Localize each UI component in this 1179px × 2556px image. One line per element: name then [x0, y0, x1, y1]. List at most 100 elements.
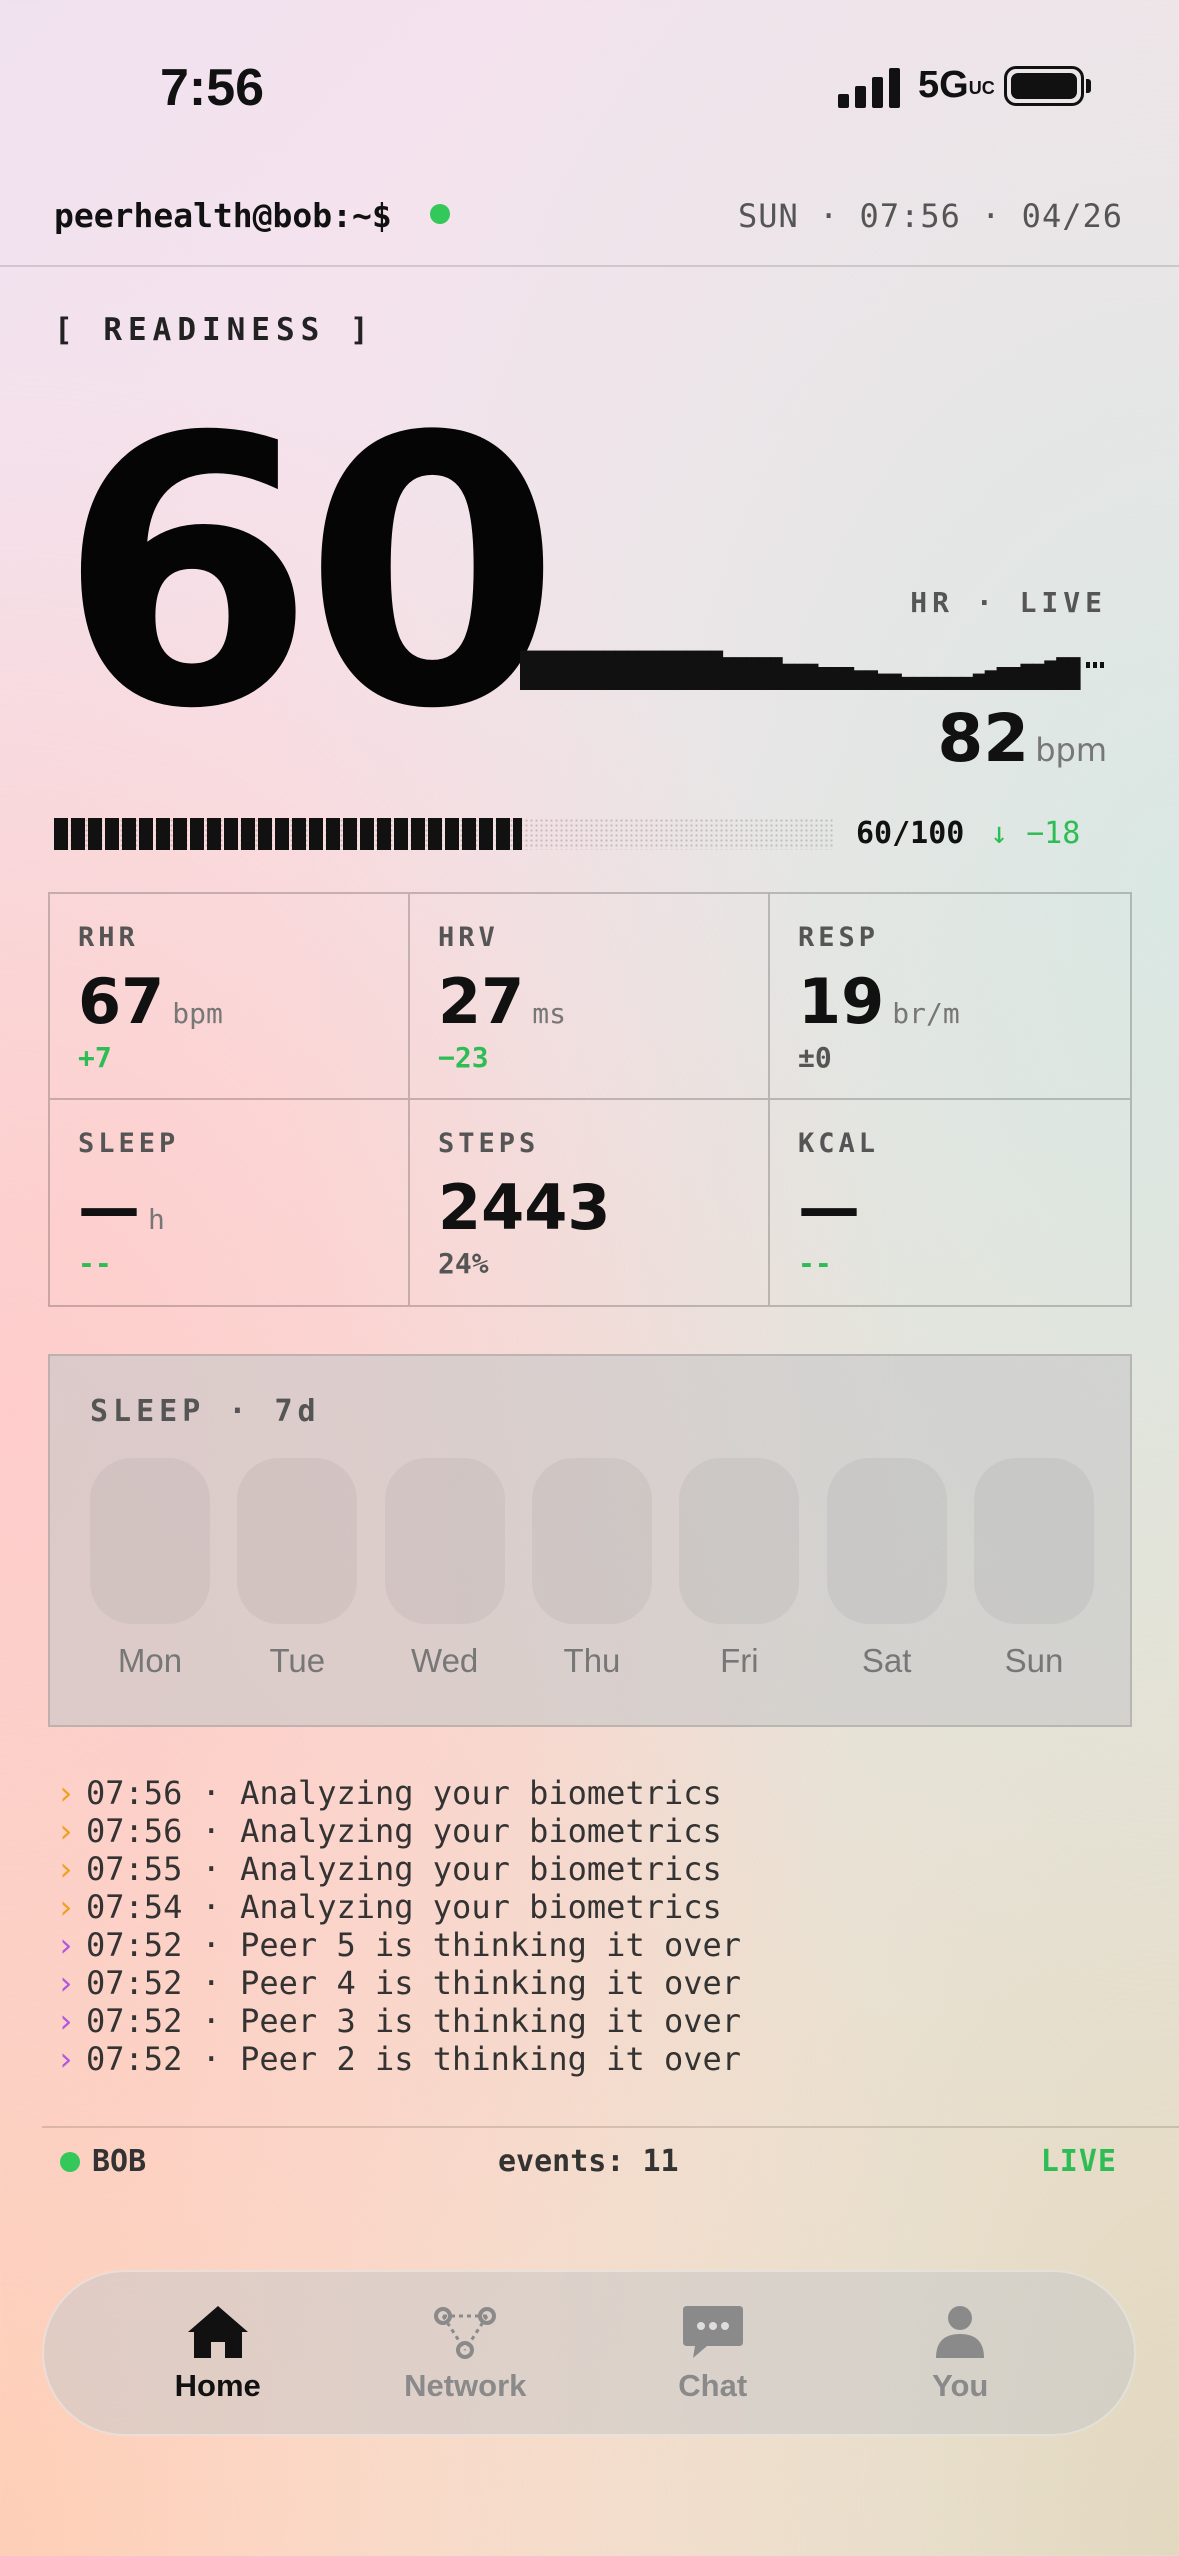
- sleep-day-sun[interactable]: Sun: [973, 1458, 1094, 1680]
- sleep-day-fri[interactable]: Fri: [679, 1458, 800, 1680]
- hr-trace-dot: [1100, 662, 1104, 668]
- day-label: Fri: [720, 1642, 759, 1679]
- footer-event-count: events: 11: [498, 2144, 679, 2179]
- readiness-score: 60: [58, 360, 561, 790]
- metric-rhr[interactable]: RHR 67 bpm +7: [50, 894, 410, 1100]
- hr-trace-bar: [853, 670, 867, 690]
- metric-resp[interactable]: RESP 19 br/m ±0: [770, 894, 1130, 1100]
- hr-trace-bar: [567, 650, 581, 690]
- tab-network[interactable]: Network: [365, 2302, 565, 2404]
- day-label: Tue: [269, 1642, 326, 1679]
- readiness-label: [ READINESS ]: [54, 312, 375, 348]
- sleep-bar: [826, 1458, 947, 1624]
- tab-chat[interactable]: Chat: [613, 2302, 813, 2404]
- status-time: 7:56: [160, 59, 265, 117]
- hr-trace-bar: [686, 650, 700, 690]
- day-label: Mon: [117, 1642, 183, 1679]
- sleep-day-sat[interactable]: Sat: [826, 1458, 947, 1680]
- log-caret: ›: [56, 1888, 76, 1926]
- day-label: Sun: [1004, 1642, 1064, 1679]
- sleep-day-wed[interactable]: Wed: [384, 1458, 505, 1680]
- metric-label: RHR: [78, 922, 139, 953]
- metric-unit: bpm: [172, 997, 223, 1030]
- hr-trace-bar: [543, 650, 557, 690]
- metric-label: HRV: [438, 922, 499, 953]
- sleep-day-thu[interactable]: Thu: [531, 1458, 652, 1680]
- battery-tip: [1086, 79, 1091, 93]
- hr-trace-bar: [639, 650, 652, 690]
- hr-trace-bar: [1056, 657, 1069, 690]
- hr-trace-bar: [889, 673, 902, 690]
- hr-trace-bar: [579, 650, 593, 690]
- hr-trace-bar: [984, 670, 998, 690]
- log-caret: ›: [56, 2002, 76, 2040]
- hr-trace-bar: [770, 657, 783, 690]
- sleep-bar: [384, 1458, 505, 1624]
- hr-trace-bar: [1008, 667, 1022, 690]
- hr-trace-bar: [520, 650, 533, 690]
- log-line: › 07:52 · Peer 2 is thinking it over: [56, 2040, 741, 2078]
- metric-hrv[interactable]: HRV 27 ms −23: [410, 894, 770, 1100]
- hr-number: 82: [937, 700, 1030, 777]
- metric-label: SLEEP: [78, 1127, 180, 1159]
- metric-value: 67: [78, 965, 165, 1038]
- log-text: 07:52 · Peer 3 is thinking it over: [86, 2002, 742, 2040]
- hr-trace-bar: [805, 663, 819, 690]
- log-line: › 07:54 · Analyzing your biometrics: [56, 1888, 741, 1926]
- log-line: › 07:52 · Peer 4 is thinking it over: [56, 1964, 741, 2002]
- hr-trace-bar: [710, 650, 724, 690]
- log-line: › 07:52 · Peer 5 is thinking it over: [56, 1926, 741, 1964]
- hr-trace-bar: [841, 667, 855, 690]
- metric-unit: h: [148, 1202, 165, 1236]
- tab-you[interactable]: You: [860, 2302, 1060, 2404]
- person-icon: [936, 2306, 985, 2358]
- sleep-bar: [531, 1458, 652, 1624]
- sleep-bar: [973, 1458, 1094, 1624]
- footer-live-indicator: LIVE: [1040, 2144, 1117, 2179]
- hr-trace-bar: [877, 673, 890, 690]
- hr-trace-bar: [782, 663, 795, 690]
- metric-unit: br/m: [892, 997, 960, 1030]
- progress-fill: [54, 818, 522, 850]
- log-text: 07:55 · Analyzing your biometrics: [86, 1850, 722, 1888]
- log-caret: ›: [56, 1926, 76, 1964]
- metric-value: 27: [438, 965, 525, 1038]
- hr-trace-bar: [948, 676, 962, 690]
- metric-delta: 24%: [438, 1246, 489, 1280]
- day-label: Wed: [411, 1642, 479, 1679]
- metric-unit: ms: [532, 997, 566, 1030]
- readiness-progress-text: 60/100: [856, 816, 965, 851]
- log-caret: ›: [56, 1850, 76, 1888]
- metric-delta: +7: [78, 1041, 112, 1074]
- hr-value: 82 bpm: [937, 700, 1107, 777]
- activity-log: › 07:56 · Analyzing your biometrics › 07:5…: [56, 1774, 741, 2078]
- metric-sleep[interactable]: SLEEP — h --: [50, 1099, 410, 1305]
- metric-value: 2443: [438, 1170, 611, 1244]
- sleep-7d-panel: SLEEP · 7d Mon Tue Wed Thu Fri Sat Sun: [48, 1354, 1132, 1727]
- log-line: › 07:56 · Analyzing your biometrics: [56, 1812, 741, 1850]
- metric-delta: --: [798, 1246, 832, 1280]
- hr-trace-bar: [651, 650, 664, 690]
- sleep-day-tue[interactable]: Tue: [237, 1458, 358, 1680]
- log-text: 07:52 · Peer 5 is thinking it over: [86, 1926, 742, 1964]
- log-text: 07:52 · Peer 2 is thinking it over: [86, 2040, 742, 2078]
- log-line: › 07:52 · Peer 3 is thinking it over: [56, 2002, 741, 2040]
- metric-delta: −23: [438, 1041, 489, 1074]
- hr-trace-bar: [1032, 663, 1045, 690]
- cellular-signal-icon: [838, 66, 900, 108]
- tab-bar: Home Network Chat You: [42, 2270, 1136, 2436]
- metric-steps[interactable]: STEPS 2443 24%: [410, 1099, 770, 1305]
- tab-label: Home: [174, 2368, 261, 2403]
- network-type: 5GUC: [918, 64, 995, 106]
- hr-trace-dot: [1093, 662, 1097, 668]
- log-caret: ›: [56, 1812, 76, 1850]
- hr-trace-bar: [817, 667, 831, 690]
- sleep-day-mon[interactable]: Mon: [90, 1458, 210, 1680]
- tab-home[interactable]: Home: [118, 2302, 318, 2404]
- hr-trace-bar: [913, 676, 926, 690]
- day-label: Sat: [861, 1642, 912, 1679]
- metric-kcal[interactable]: KCAL — --: [770, 1100, 1130, 1306]
- log-text: 07:56 · Analyzing your biometrics: [86, 1774, 722, 1812]
- footer-user: BOB: [92, 2144, 147, 2179]
- hr-trace-bar: [1020, 663, 1033, 690]
